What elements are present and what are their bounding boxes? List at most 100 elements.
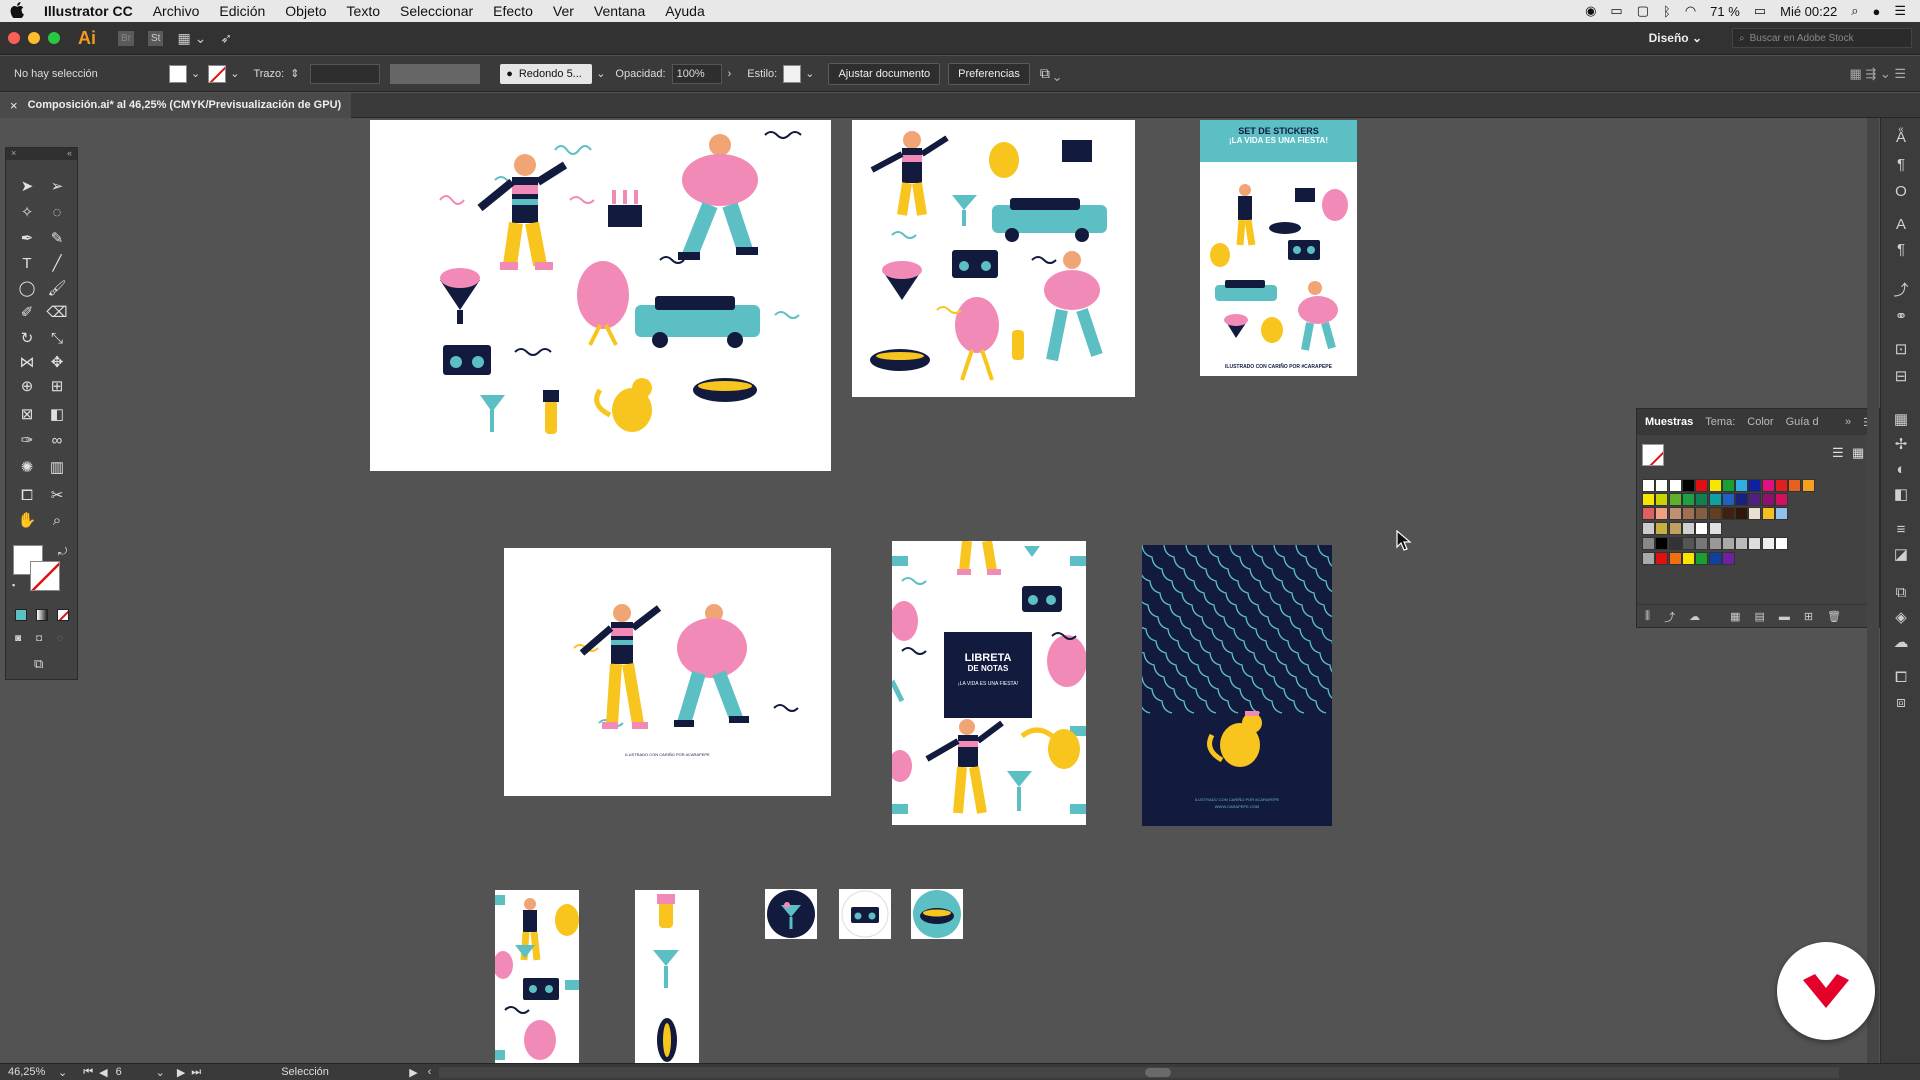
paragraph-panel-icon[interactable]: ¶ (1890, 153, 1912, 175)
menu-ayuda[interactable]: Ayuda (655, 3, 714, 19)
stock-search-input[interactable]: ⌕ Buscar en Adobe Stock (1732, 28, 1912, 48)
battery-icon[interactable]: ▭ (1754, 3, 1766, 19)
curvature-tool-icon[interactable]: ✎ (44, 226, 70, 250)
brush-definition-dropdown[interactable]: ● Redondo 5... (500, 63, 593, 84)
stroke-dropdown-icon[interactable]: ⌄ (230, 67, 239, 80)
stroke-panel-icon[interactable]: ≡ (1890, 518, 1912, 540)
color-swatch[interactable] (1801, 479, 1815, 492)
arrange-icon[interactable]: ⧉ ⌄ (1040, 65, 1061, 82)
artboard-bookmark-pattern[interactable] (495, 890, 579, 1063)
color-swatch[interactable] (1735, 507, 1749, 520)
color-swatch[interactable] (1775, 493, 1788, 506)
draw-normal-icon[interactable]: ◙ (15, 633, 21, 644)
color-swatch[interactable] (1642, 537, 1655, 550)
color-swatch[interactable] (1735, 537, 1749, 550)
artboard-badge-hotdog[interactable] (911, 889, 963, 939)
lasso-tool-icon[interactable]: ◌ (44, 200, 70, 224)
document-tab[interactable]: × Composición.ai* al 46,25% (CMYK/Previs… (0, 92, 352, 118)
panel-expand-icon[interactable]: » (1845, 416, 1851, 428)
opacity-input[interactable]: 100% (671, 63, 722, 84)
default-fill-stroke-icon[interactable]: ▪ (12, 580, 15, 590)
swatches-panel-icon[interactable]: ▦ (1890, 408, 1912, 430)
draw-inside-icon[interactable]: ◌ (57, 633, 63, 644)
direct-selection-tool-icon[interactable]: ➢ (44, 174, 70, 198)
transparency-panel-icon[interactable]: ◪ (1890, 543, 1912, 565)
artboard-tool-icon[interactable]: ⧠ (14, 483, 40, 507)
eyedropper-tool-icon[interactable]: ✑ (14, 428, 40, 452)
paintbrush-tool-icon[interactable]: 🖌 (44, 276, 70, 300)
wifi-icon[interactable]: ◠ (1685, 3, 1696, 19)
mesh-tool-icon[interactable]: ⊠ (14, 402, 40, 426)
perspective-grid-tool-icon[interactable]: ⊞ (44, 374, 70, 398)
variable-width-profile[interactable] (390, 63, 481, 84)
spotlight-icon[interactable]: ⌕ (1851, 3, 1858, 19)
draw-behind-icon[interactable]: ◘ (36, 633, 42, 644)
menu-app-name[interactable]: Illustrator CC (34, 3, 143, 19)
tools-collapse-icon[interactable]: « (67, 148, 72, 160)
artboard-badge-boombox[interactable] (839, 889, 891, 939)
color-swatch[interactable] (1708, 507, 1722, 520)
opacity-label[interactable]: Opacidad: (615, 68, 665, 80)
tab-color[interactable]: Color (1747, 416, 1773, 428)
blend-tool-icon[interactable]: ∞ (44, 428, 70, 452)
menu-ventana[interactable]: Ventana (584, 3, 655, 19)
color-swatch[interactable] (1708, 479, 1722, 492)
color-swatch[interactable] (1655, 552, 1669, 565)
vertical-scrollbar[interactable] (1867, 118, 1879, 1063)
column-graph-tool-icon[interactable]: ▥ (44, 455, 70, 479)
asset-export-icon[interactable]: ⧈ (1890, 691, 1912, 713)
clock[interactable]: Mié 00:22 (1780, 4, 1837, 19)
color-swatch[interactable] (1695, 479, 1709, 492)
display-icon[interactable]: ▭ (1610, 3, 1622, 19)
color-swatch[interactable] (1695, 493, 1709, 506)
color-swatch[interactable] (1668, 479, 1682, 492)
color-swatch[interactable] (1708, 493, 1722, 506)
color-swatch[interactable] (1775, 507, 1788, 520)
color-panel-icon[interactable]: ◐ (1890, 458, 1912, 480)
cloud-icon[interactable]: ☁ (1689, 610, 1700, 623)
none-mode-icon[interactable] (57, 609, 69, 621)
stroke-swatch[interactable] (208, 64, 227, 83)
gradient-mode-icon[interactable] (36, 609, 48, 621)
screen-mode-icon[interactable]: ⧉ (34, 656, 43, 672)
eraser-tool-icon[interactable]: ⌫ (44, 300, 70, 324)
color-mode-icon[interactable] (15, 609, 27, 621)
menu-edicion[interactable]: Edición (209, 3, 275, 19)
width-tool-icon[interactable]: ⋈ (14, 350, 40, 374)
stock-badge[interactable]: St (148, 30, 164, 46)
color-swatch[interactable] (1695, 552, 1709, 565)
color-swatch[interactable] (1655, 493, 1669, 506)
notification-center-icon[interactable]: ☰ (1894, 3, 1906, 19)
add-to-library-icon[interactable]: ⤴ (1664, 609, 1675, 625)
previous-artboard-icon[interactable]: ◀ (99, 1066, 107, 1079)
window-minimize-button[interactable] (28, 32, 40, 44)
new-swatch-icon[interactable]: ⊞ (1804, 610, 1813, 623)
color-swatch[interactable] (1748, 507, 1762, 520)
type-tool-icon[interactable]: T (14, 251, 40, 275)
fit-document-button[interactable]: Ajustar documento (828, 62, 941, 85)
scale-tool-icon[interactable]: ⤡ (44, 326, 70, 350)
color-swatch[interactable] (1775, 537, 1788, 550)
color-swatch[interactable] (1761, 537, 1775, 550)
color-swatch[interactable] (1721, 537, 1735, 550)
style-swatch[interactable] (783, 64, 802, 83)
color-swatch[interactable] (1655, 522, 1669, 535)
stroke-weight-stepper[interactable]: ⇕ (290, 67, 310, 80)
pen-tool-icon[interactable]: ✒ (14, 226, 40, 250)
fill-stroke-preview[interactable] (1642, 444, 1664, 466)
new-group-icon[interactable]: ▬ (1779, 611, 1790, 623)
grid-view-icon[interactable]: ▦ (1852, 445, 1864, 461)
color-swatch[interactable] (1695, 537, 1709, 550)
color-swatch[interactable] (1721, 507, 1735, 520)
color-swatch[interactable] (1721, 552, 1735, 565)
style-label[interactable]: Estilo: (747, 68, 777, 80)
color-swatch[interactable] (1642, 507, 1655, 520)
first-artboard-icon[interactable]: ⏮ (83, 1066, 93, 1079)
window-close-button[interactable] (8, 32, 20, 44)
color-swatch[interactable] (1668, 552, 1682, 565)
ellipse-tool-icon[interactable]: ◯ (14, 276, 40, 300)
stroke-weight-input[interactable] (310, 63, 381, 84)
stroke-label[interactable]: Trazo: (253, 68, 284, 80)
layers-panel-icon[interactable]: ◈ (1890, 606, 1912, 628)
color-swatch[interactable] (1655, 537, 1669, 550)
